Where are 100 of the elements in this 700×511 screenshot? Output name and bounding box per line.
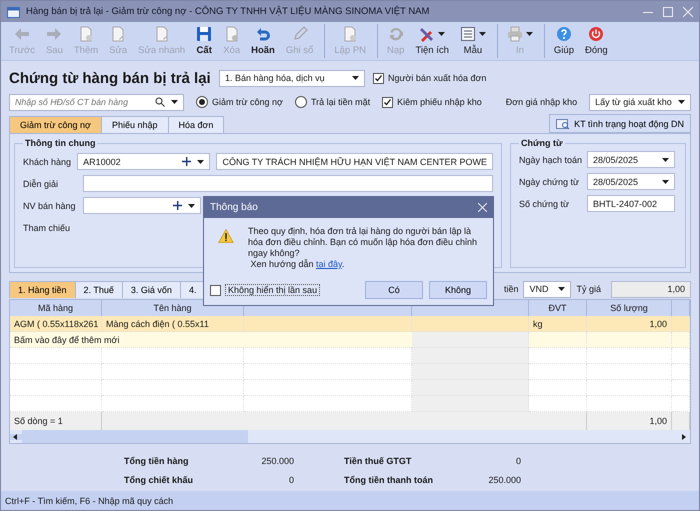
lookup-field[interactable]	[83, 197, 201, 214]
row-count: Số dòng = 1	[10, 412, 102, 430]
table-cell: kg	[529, 316, 587, 332]
dialog-button[interactable]: Không	[429, 281, 487, 299]
tab[interactable]: 1. Hàng tiền	[9, 280, 76, 298]
dialog-message: Theo quy định, hóa đơn trả lại hàng do người bán lập là hóa đơn điều chỉnh. Bạn có muốn lập hóa đơn điều chỉnh ngay không?	[248, 226, 478, 259]
table-cell	[672, 380, 690, 396]
document-icon	[342, 26, 358, 42]
printer-icon	[506, 26, 523, 42]
table-cell	[529, 364, 587, 380]
close-icon[interactable]	[478, 203, 487, 212]
group-title: Thông tin chung	[24, 138, 96, 148]
field-label: tiền	[504, 284, 518, 294]
plus-icon[interactable]	[173, 201, 182, 210]
guide-text: Xen hướng dẫn tại đây.	[250, 259, 346, 270]
search-icon	[155, 97, 165, 107]
text-field[interactable]	[83, 175, 493, 192]
toolbar-button[interactable]: Cất	[192, 24, 216, 58]
scroll-left-icon[interactable]	[10, 434, 22, 440]
scroll-right-icon[interactable]	[682, 434, 686, 440]
dialog-title: Thông báo	[210, 202, 258, 213]
total-label: Tiền thuế GTGT	[344, 456, 412, 466]
dialog-button[interactable]: Có	[365, 281, 423, 299]
help-icon	[556, 26, 572, 42]
field-label: Đơn giá nhập kho	[506, 97, 578, 107]
price-dropdown[interactable]: Lấy từ giá xuất kho	[589, 94, 691, 110]
dropdown-caret-icon	[478, 32, 486, 36]
field-label: NV bán hàng	[23, 200, 77, 210]
date-field[interactable]: 28/05/2025	[587, 173, 675, 190]
warning-icon	[218, 226, 234, 246]
app-icon	[7, 6, 20, 18]
toolbar-button[interactable]: Tiện ích	[411, 24, 453, 58]
close-icon[interactable]	[683, 6, 693, 16]
caret-icon	[662, 158, 669, 162]
column-header[interactable]: Mã hàng	[10, 300, 102, 316]
right-arrow-icon	[46, 26, 62, 42]
radio-label: Trả lại tiền mặt	[310, 97, 370, 107]
dropdown-caret-icon	[526, 32, 533, 36]
total-label: Tổng tiền hàng	[124, 456, 188, 466]
check-status-button[interactable]: KT tình trạng hoạt động DN	[549, 114, 691, 133]
radio-button[interactable]	[196, 96, 208, 108]
table-cell	[672, 412, 690, 430]
checkbox[interactable]	[210, 284, 221, 296]
pencil-icon	[292, 26, 308, 42]
document-icon	[224, 26, 240, 42]
tab[interactable]: Hóa đơn	[168, 116, 224, 133]
table-cell	[529, 348, 587, 364]
horizontal-scrollbar[interactable]	[10, 430, 690, 443]
total-label: Tổng tiền thanh toán	[344, 475, 433, 485]
tab[interactable]: Giảm trừ công nợ	[9, 116, 102, 133]
tab[interactable]: 3. Giá vốn	[122, 280, 181, 298]
radio-button[interactable]	[294, 96, 307, 108]
total-label: Tổng chiết khấu	[124, 475, 194, 485]
maximize-icon[interactable]	[663, 6, 673, 16]
caret-icon	[197, 160, 204, 164]
field-label: Khách hàng	[23, 156, 72, 166]
currency-dropdown[interactable]: VND	[523, 280, 572, 298]
document-icon	[110, 26, 126, 42]
customer-name-field[interactable]: CÔNG TY TRÁCH NHIỆM HỮU HẠN VIỆT NAM CENTER POWE	[216, 153, 493, 170]
table-cell: Màng cách điện ( 0.55x11	[102, 316, 244, 332]
form-title: Chứng từ hàng bán bị trả lại	[9, 70, 211, 86]
guide-link[interactable]: tại đây	[316, 259, 342, 269]
document-icon	[78, 26, 94, 42]
type-dropdown[interactable]: 1. Bán hàng hóa, dịch vụ	[219, 70, 365, 86]
toolbar-button[interactable]: Giúp	[544, 24, 578, 58]
table-cell: AGM ( 0.55x118x261	[10, 316, 102, 332]
tab[interactable]: 2. Thuế	[74, 280, 123, 298]
plus-icon[interactable]	[182, 157, 192, 166]
window-title: Hàng bán bị trả lại - Giảm trừ công nợ - CÔNG TY TNHH VẬT LIỆU MÀNG SINOMA VIỆT NAM	[26, 6, 430, 17]
lookup-field[interactable]: AR10002	[77, 153, 210, 170]
table-cell	[529, 332, 587, 348]
add-row-link[interactable]: Bấm vào đây để thêm mới	[10, 332, 412, 348]
caret-icon	[558, 287, 566, 291]
scroll-thumb[interactable]	[22, 430, 248, 443]
power-icon	[588, 26, 604, 42]
left-arrow-icon	[14, 26, 30, 42]
field-label: Tham chiếu	[23, 222, 72, 232]
toolbar-button[interactable]: Hoãn	[247, 24, 279, 58]
field-label: Ngày chứng từ	[519, 176, 580, 186]
rate-field[interactable]: 1,00	[611, 280, 691, 298]
table-cell	[672, 332, 690, 348]
caret-icon	[188, 204, 195, 208]
search-field[interactable]: Nhập số HĐ/số CT bán hàng	[9, 94, 184, 110]
tools-icon	[419, 26, 436, 42]
save-icon	[196, 26, 212, 42]
caret-icon	[171, 100, 178, 104]
checkbox[interactable]	[373, 72, 384, 84]
tab[interactable]: Phiếu nhập	[100, 116, 168, 133]
window-search-icon	[556, 118, 570, 130]
toolbar-button[interactable]: Mẫu	[456, 24, 490, 58]
checkbox-label: Không hiển thị lần sau	[225, 284, 320, 296]
quantity-total: 1,00	[587, 412, 672, 430]
column-header[interactable]: ĐVT	[529, 300, 587, 316]
text-field[interactable]: BHTL-2407-002	[587, 195, 675, 212]
total-value: 250.000	[488, 475, 521, 485]
toolbar-button[interactable]: Đóng	[580, 24, 612, 58]
document-icon	[154, 26, 170, 42]
column-header[interactable]: Số lượng	[587, 300, 672, 316]
checkbox[interactable]	[382, 96, 394, 108]
date-field[interactable]: 28/05/2025	[587, 151, 675, 168]
